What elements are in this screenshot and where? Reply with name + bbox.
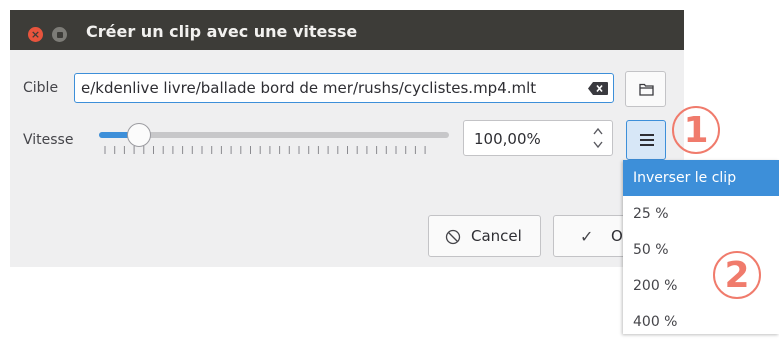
clear-text-icon[interactable] [588, 82, 608, 95]
close-icon: × [30, 28, 41, 41]
speed-presets-menu-button[interactable] [626, 120, 666, 160]
close-window-button[interactable]: × [28, 27, 43, 42]
callout-1: 1 [672, 106, 720, 154]
minimize-window-button[interactable] [52, 27, 67, 42]
cancel-button-label: Cancel [471, 227, 522, 245]
menu-item-400-percent[interactable]: 400 % [623, 304, 779, 340]
target-path-input[interactable]: e/kdenlive livre/ballade bord de mer/rus… [74, 73, 614, 103]
speed-label: Vitesse [23, 132, 74, 148]
hamburger-menu-icon [640, 134, 654, 146]
slider-ticks [104, 146, 426, 154]
speed-slider[interactable] [99, 132, 449, 138]
ok-button[interactable]: ✓ O [553, 215, 633, 257]
speed-value: 100,00% [474, 130, 541, 148]
checkmark-icon: ✓ [580, 227, 594, 246]
speed-presets-menu: Inverser le clip 25 % 50 % 200 % 400 % [623, 160, 779, 334]
cancel-button[interactable]: Cancel [428, 215, 541, 257]
cancel-icon [445, 229, 461, 245]
menu-item-reverse-clip[interactable]: Inverser le clip [623, 160, 779, 196]
speed-spinbox[interactable]: 100,00% [463, 120, 613, 156]
speed-slider-handle[interactable] [127, 123, 151, 147]
folder-icon [639, 83, 654, 96]
target-path-value: e/kdenlive livre/ballade bord de mer/rus… [81, 79, 537, 97]
browse-folder-button[interactable] [625, 71, 666, 107]
spin-arrows-icon[interactable] [592, 126, 604, 150]
window-title: Créer un clip avec une vitesse [86, 22, 358, 41]
callout-2: 2 [713, 251, 761, 299]
target-label: Cible [23, 80, 59, 96]
ok-button-label: O [611, 227, 623, 245]
menu-item-25-percent[interactable]: 25 % [623, 196, 779, 232]
minimize-icon [56, 31, 63, 38]
